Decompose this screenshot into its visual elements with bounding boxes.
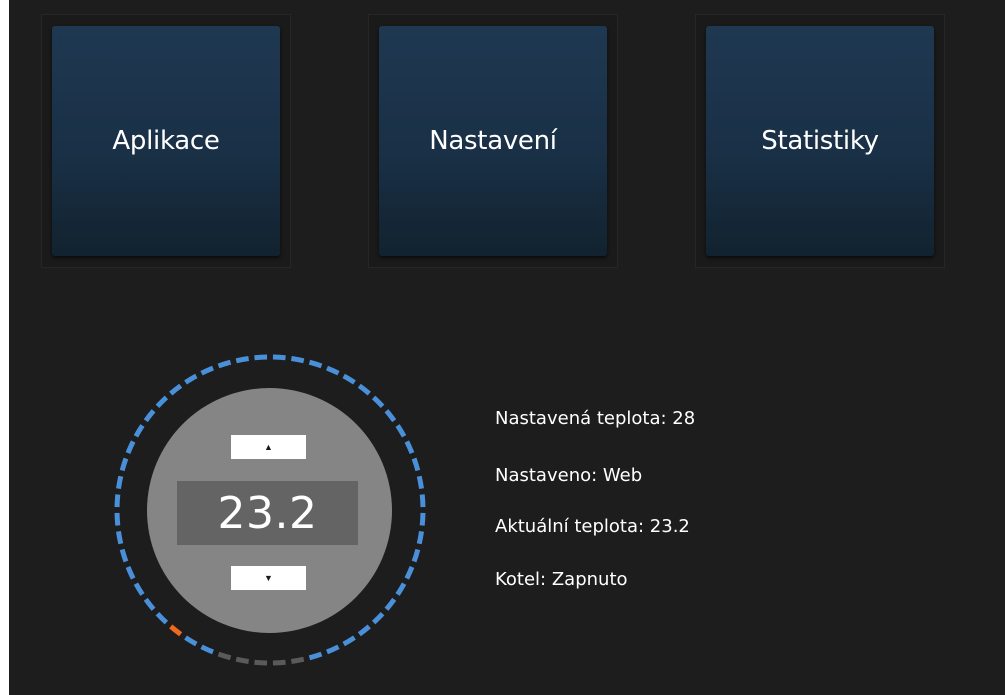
dial-ring-segment: [114, 512, 121, 526]
dial-ring-segment: [133, 582, 145, 596]
dial-ring-segment: [326, 644, 340, 655]
apps-tile-button[interactable]: Aplikace: [52, 26, 280, 256]
dial-ring-segment: [308, 359, 323, 369]
caret-up-icon: ▲: [264, 442, 273, 452]
dial-ring-segment: [217, 359, 232, 369]
dial-ring-segment: [272, 354, 286, 361]
dial-ring-segment: [114, 494, 121, 508]
current-temperature-readout: 23.2: [177, 481, 358, 545]
current-temperature-value: 23.2: [217, 487, 318, 539]
dial-ring-segment: [404, 566, 415, 580]
dial-ring-segment: [143, 409, 156, 423]
dial-ring-segment: [200, 644, 214, 655]
dial-ring-segment: [395, 582, 407, 596]
dial-ring-segment: [254, 659, 268, 666]
dial-ring-segment: [416, 530, 424, 545]
dial-ring-segment: [184, 373, 198, 385]
dial-ring-segment: [342, 635, 356, 647]
dial-ring-segment: [116, 475, 124, 490]
temperature-down-button[interactable]: ▼: [231, 566, 306, 590]
set-by-text: Nastaveno: Web: [495, 465, 643, 486]
dial-ring-segment: [155, 611, 169, 625]
dial-ring-segment: [217, 651, 232, 661]
dial-ring-segment: [308, 651, 323, 661]
dial-ring-segment: [384, 597, 397, 611]
dial-ring-segment: [404, 440, 415, 454]
dial-ring-segment: [116, 530, 124, 545]
statistics-tile-button[interactable]: Statistiky: [706, 26, 934, 256]
dial-ring-segment: [371, 611, 385, 625]
dial-ring-segment: [419, 494, 426, 508]
set-temperature-text: Nastavená teplota: 28: [495, 408, 696, 429]
dial-ring-segment: [119, 457, 129, 472]
dial-ring-segment: [371, 395, 385, 409]
dial-ring-segment: [411, 548, 421, 563]
dial-ring-segment: [125, 566, 136, 580]
dial-ring-segment: [326, 365, 340, 376]
settings-tile-label: Nastavení: [429, 126, 557, 156]
dial-ring-segment: [200, 365, 214, 376]
caret-down-icon: ▼: [264, 573, 273, 583]
dial-ring-segment: [342, 373, 356, 385]
settings-tile-button[interactable]: Nastavení: [379, 26, 607, 256]
thermostat-screen: Aplikace Nastavení Statistiky 23.2 ▲ ▼ N…: [9, 0, 1005, 695]
dial-ring-segment: [272, 659, 286, 666]
dial-ring-segment: [290, 656, 305, 664]
dial-ring-segment: [155, 395, 169, 409]
dial-ring-segment: [169, 383, 183, 396]
dial-ring-segment: [357, 383, 371, 396]
boiler-status-text: Kotel: Zapnuto: [495, 569, 628, 590]
dial-ring-segment: [357, 624, 371, 637]
dial-ring-segment: [416, 475, 424, 490]
dial-ring-segment: [235, 656, 250, 664]
temperature-up-button[interactable]: ▲: [231, 435, 306, 459]
statistics-tile-label: Statistiky: [761, 126, 879, 156]
dial-ring-segment: [133, 424, 145, 438]
dial-ring-segment: [119, 548, 129, 563]
dial-ring-segment: [235, 356, 250, 364]
actual-temperature-text: Aktuální teplota: 23.2: [495, 516, 690, 537]
tile-slot-apps: Aplikace: [41, 14, 291, 268]
dial-ring-segment: [290, 356, 305, 364]
dial-ring-segment: [125, 440, 136, 454]
dial-ring-segment: [143, 597, 156, 611]
dial-ring-segment: [169, 624, 183, 637]
dial-ring-segment: [419, 512, 426, 526]
dial-ring-segment: [395, 424, 407, 438]
tile-slot-statistics: Statistiky: [695, 14, 945, 268]
dial-ring-segment: [184, 635, 198, 647]
dial-ring-segment: [411, 457, 421, 472]
dial-ring-segment: [254, 354, 268, 361]
dial-ring-segment: [384, 409, 397, 423]
tile-slot-settings: Nastavení: [368, 14, 618, 268]
apps-tile-label: Aplikace: [112, 126, 220, 156]
